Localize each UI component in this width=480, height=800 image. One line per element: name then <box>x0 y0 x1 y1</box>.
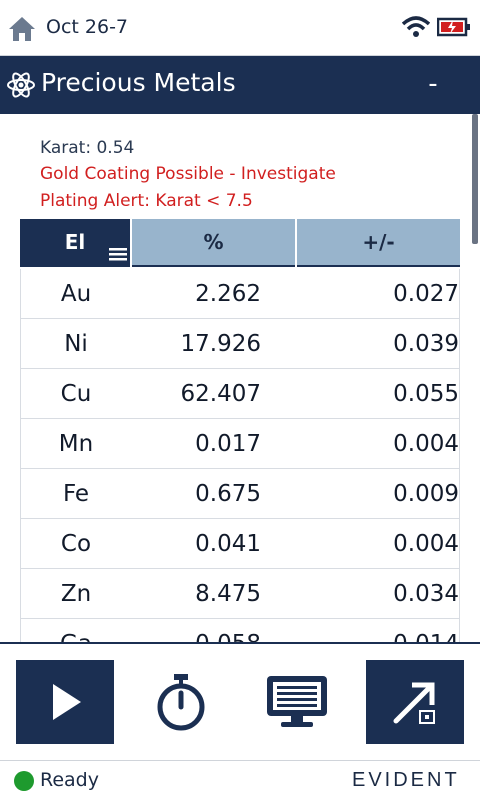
column-header-error[interactable]: +/- <box>297 219 460 267</box>
brand-logo: EVIDENT <box>352 769 460 791</box>
table-row: Au 2.262 0.027 <box>20 269 460 319</box>
error-cell: 0.027 <box>393 280 459 307</box>
column-header-percent[interactable]: % <box>132 219 295 267</box>
column-header-label: +/- <box>362 230 395 254</box>
results-table: El % +/- Au 2.262 0.027 Ni 17.926 0.039 <box>20 219 460 642</box>
error-cell: 0.014 <box>296 619 459 643</box>
date-label: Oct 26-7 <box>46 16 129 38</box>
table-row: Co 0.041 0.004 <box>20 519 460 569</box>
monitor-icon <box>267 676 327 727</box>
column-header-label: El <box>64 230 86 254</box>
export-icon <box>393 682 435 724</box>
percent-cell: 0.017 <box>195 430 261 457</box>
collapse-button[interactable]: - <box>418 66 448 102</box>
percent-cell: 8.475 <box>195 580 261 607</box>
atom-icon <box>7 72 35 98</box>
plating-alert: Plating Alert: Karat < 7.5 <box>40 191 253 211</box>
karat-value: Karat: 0.54 <box>40 138 135 158</box>
page-title: Precious Metals <box>41 68 236 97</box>
coating-alert: Gold Coating Possible - Investigate <box>40 164 336 184</box>
element-cell: Ni <box>64 330 88 357</box>
table-header: El % +/- <box>20 219 460 269</box>
element-cell: Cu <box>60 380 92 407</box>
wifi-icon <box>402 16 430 37</box>
percent-cell: 2.262 <box>195 280 261 307</box>
app-header: Precious Metals - <box>0 56 480 114</box>
table-row: Fe 0.675 0.009 <box>20 469 460 519</box>
element-cell: Zn <box>60 580 92 607</box>
table-row: Cu 62.407 0.055 <box>20 369 460 419</box>
timer-button[interactable] <box>132 660 230 744</box>
sort-icon[interactable] <box>108 246 128 262</box>
table-row: Ga 0.058 0.014 <box>20 619 460 642</box>
home-icon[interactable] <box>8 16 36 42</box>
display-button[interactable] <box>248 660 346 744</box>
error-cell: 0.055 <box>393 380 459 407</box>
element-cell: Mn <box>58 430 94 457</box>
play-icon <box>53 684 81 720</box>
error-cell: 0.034 <box>393 580 459 607</box>
battery-charging-icon <box>437 17 470 37</box>
percent-cell: 0.058 <box>133 619 261 643</box>
stopwatch-icon <box>157 674 205 731</box>
percent-cell: 62.407 <box>180 380 261 407</box>
ready-status-label: Ready <box>40 769 99 791</box>
table-row: Mn 0.017 0.004 <box>20 419 460 469</box>
table-row: Ni 17.926 0.039 <box>20 319 460 369</box>
column-header-label: % <box>203 230 224 254</box>
error-cell: 0.004 <box>393 430 459 457</box>
status-bar: Oct 26-7 <box>0 0 480 56</box>
export-button[interactable] <box>366 660 464 744</box>
element-cell: Fe <box>62 480 90 507</box>
error-cell: 0.004 <box>393 530 459 557</box>
scrollbar[interactable] <box>472 114 478 244</box>
footer-bar: Ready EVIDENT <box>0 760 480 800</box>
percent-cell: 17.926 <box>180 330 261 357</box>
percent-cell: 0.675 <box>195 480 261 507</box>
results-panel[interactable]: Karat: 0.54 Gold Coating Possible - Inve… <box>0 114 480 642</box>
column-header-element[interactable]: El <box>20 219 130 267</box>
element-cell: Co <box>60 530 92 557</box>
element-cell: Ga <box>21 619 131 643</box>
element-cell: Au <box>60 280 92 307</box>
error-cell: 0.039 <box>393 330 459 357</box>
bottom-toolbar <box>0 642 480 760</box>
percent-cell: 0.041 <box>195 530 261 557</box>
start-test-button[interactable] <box>16 660 114 744</box>
ready-status-icon <box>14 771 34 791</box>
error-cell: 0.009 <box>393 480 459 507</box>
table-row: Zn 8.475 0.034 <box>20 569 460 619</box>
